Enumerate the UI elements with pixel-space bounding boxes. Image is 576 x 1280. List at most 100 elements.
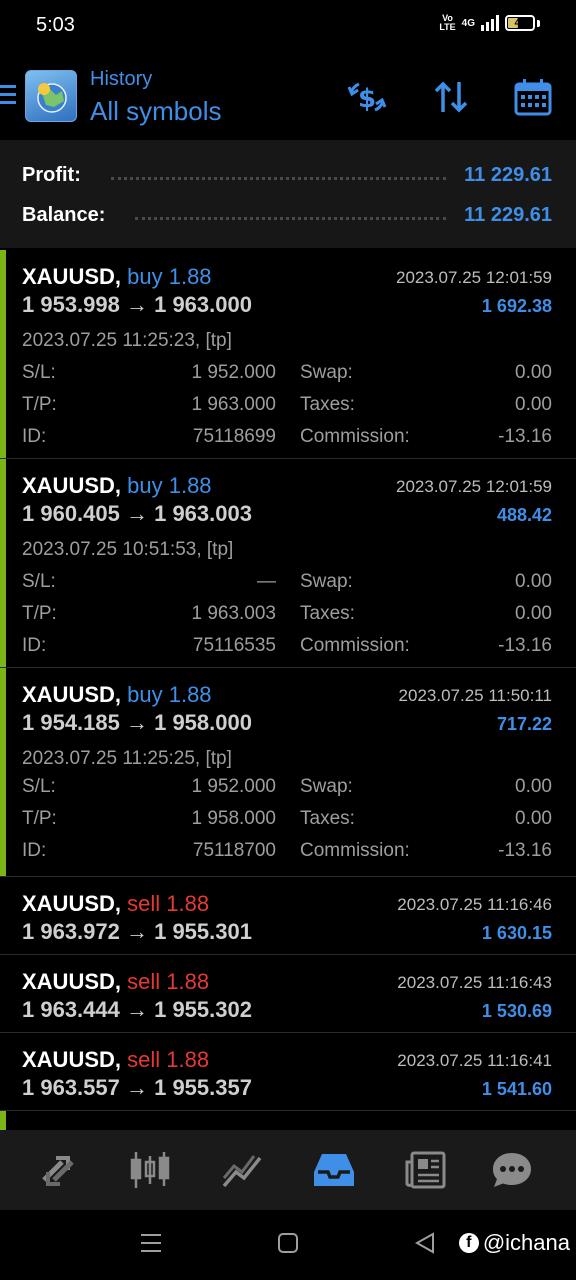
battery-level: 44 [514,17,526,29]
trade-row-partial[interactable] [0,1111,576,1130]
trade-detail-row: T/P: 1 963.000 Taxes: 0.00 [22,394,552,415]
deposit-dollar-icon[interactable]: $ [346,76,388,118]
trade-open-time: 2023.07.25 11:25:25, [tp] [22,748,232,769]
trade-detail-row: ID: 75118699 Commission: -13.16 [22,426,552,447]
trade-symbol: XAUUSD, sell 1.88 [22,891,210,916]
trade-profit: 1 541.60 [481,1079,552,1099]
order-id-value: 75118699 [192,426,276,447]
trade-prices: 1 963.557 → 1 955.357 [22,1075,252,1100]
trade-icon[interactable] [220,1148,264,1192]
trade-close-time: 2023.07.25 11:16:41 [397,1051,552,1070]
trade-detail-row: ID: 75116535 Commission: -13.16 [22,635,552,656]
calendar-icon[interactable] [512,76,554,118]
stop-loss-value: 1 952.000 [191,776,276,797]
trade-type: sell 1.88 [127,1047,210,1072]
recent-apps-icon[interactable] [140,1232,162,1259]
status-bar: 5:03 Vo LTE 4G 44 [0,0,576,50]
trade-detail-row: T/P: 1 963.003 Taxes: 0.00 [22,603,552,624]
trade-type: buy 1.88 [127,473,212,498]
trade-prices: 1 963.972 → 1 955.301 [22,919,252,944]
trade-detail-row: S/L: — Swap: 0.00 [22,571,552,592]
volte-indicator: Vo LTE [439,13,456,32]
trade-row[interactable]: XAUUSD, buy 1.88 1 953.998 → 1 963.000 2… [0,250,576,459]
trade-close-time: 2023.07.25 12:01:59 [396,268,552,287]
trade-symbol: XAUUSD, sell 1.88 [22,1047,210,1072]
trade-row[interactable]: XAUUSD, sell 1.88 1 963.444 → 1 955.302 … [0,955,576,1033]
app-logo [25,70,77,122]
status-time: 5:03 [36,14,75,36]
app-header: History All symbols $ [0,50,576,140]
trade-detail-row: S/L: 1 952.000 Swap: 0.00 [22,776,552,797]
signal-icon [481,15,499,31]
header-title[interactable]: All symbols [90,96,221,127]
trade-close-time: 2023.07.25 11:50:11 [398,686,552,705]
take-profit-value: 1 963.000 [191,394,276,415]
swap-value: 0.00 [515,776,552,797]
trade-type: sell 1.88 [127,969,210,994]
trade-profit: 717.22 [496,714,552,734]
back-icon[interactable] [414,1232,436,1259]
trade-close-time: 2023.07.25 11:16:43 [397,973,552,992]
trade-prices: 1 954.185 → 1 958.000 [22,710,252,735]
trade-detail-row: T/P: 1 958.000 Taxes: 0.00 [22,808,552,829]
swap-value: 0.00 [515,571,552,592]
home-icon[interactable] [277,1232,299,1259]
trade-row[interactable]: XAUUSD, sell 1.88 1 963.557 → 1 955.357 … [0,1033,576,1111]
trade-symbol: XAUUSD, sell 1.88 [22,969,210,994]
trade-prices: 1 963.444 → 1 955.302 [22,997,252,1022]
sort-icon[interactable] [430,76,472,118]
take-profit-value: 1 958.000 [191,808,276,829]
balance-label: Balance: [22,203,106,226]
watermark: f @ichana [458,1230,570,1256]
trade-close-time: 2023.07.25 12:01:59 [396,477,552,496]
profit-label: Profit: [22,163,81,186]
balance-row: Balance: 11 229.61 [22,200,552,230]
taxes-value: 0.00 [515,808,552,829]
svg-text:$: $ [358,84,376,114]
trade-profit: 1 630.15 [481,923,552,943]
trade-row[interactable]: XAUUSD, sell 1.88 1 963.972 → 1 955.301 … [0,877,576,955]
stop-loss-value: 1 952.000 [191,362,276,383]
taxes-value: 0.00 [515,394,552,415]
trade-row[interactable]: XAUUSD, buy 1.88 1 954.185 → 1 958.000 2… [0,668,576,877]
take-profit-value: 1 963.003 [191,603,276,624]
news-icon[interactable] [404,1148,448,1192]
chart-candles-icon[interactable] [128,1148,172,1192]
trade-type: buy 1.88 [127,264,212,289]
order-id-value: 75116535 [192,635,276,656]
status-icons: Vo LTE 4G 44 [439,14,540,32]
trade-symbol: XAUUSD, buy 1.88 [22,264,212,289]
swap-value: 0.00 [515,362,552,383]
commission-value: -13.16 [498,840,552,861]
trade-type: buy 1.88 [127,682,212,707]
system-nav: f @ichana [0,1210,576,1280]
trade-prices: 1 960.405 → 1 963.003 [22,501,252,526]
account-summary: Profit: 11 229.61 Balance: 11 229.61 [0,140,576,248]
battery-icon: 44 [505,15,535,31]
header-subtitle: History [90,68,153,90]
network-type: 4G [461,17,475,29]
profit-value: 11 229.61 [464,163,552,186]
trade-symbol: XAUUSD, buy 1.88 [22,473,212,498]
chat-icon[interactable] [490,1148,534,1192]
trade-detail-row: S/L: 1 952.000 Swap: 0.00 [22,362,552,383]
menu-icon[interactable] [0,85,16,105]
facebook-icon: f [458,1233,479,1253]
bottom-nav [0,1130,576,1210]
trade-detail-row: ID: 75118700 Commission: -13.16 [22,840,552,861]
commission-value: -13.16 [498,635,552,656]
history-icon[interactable] [312,1148,356,1192]
quotes-icon[interactable] [36,1148,80,1192]
trade-row[interactable]: XAUUSD, buy 1.88 1 960.405 → 1 963.003 2… [0,459,576,668]
taxes-value: 0.00 [515,603,552,624]
order-id-value: 75118700 [192,840,276,861]
balance-value: 11 229.61 [464,203,552,226]
trade-open-time: 2023.07.25 11:25:23, [tp] [22,330,232,351]
trade-profit: 1 692.38 [481,296,552,316]
trade-profit: 1 530.69 [481,1001,552,1021]
profit-row: Profit: 11 229.61 [22,160,552,190]
trade-symbol: XAUUSD, buy 1.88 [22,682,212,707]
commission-value: -13.16 [498,426,552,447]
trade-profit: 488.42 [496,505,552,525]
stop-loss-value: — [257,571,276,592]
